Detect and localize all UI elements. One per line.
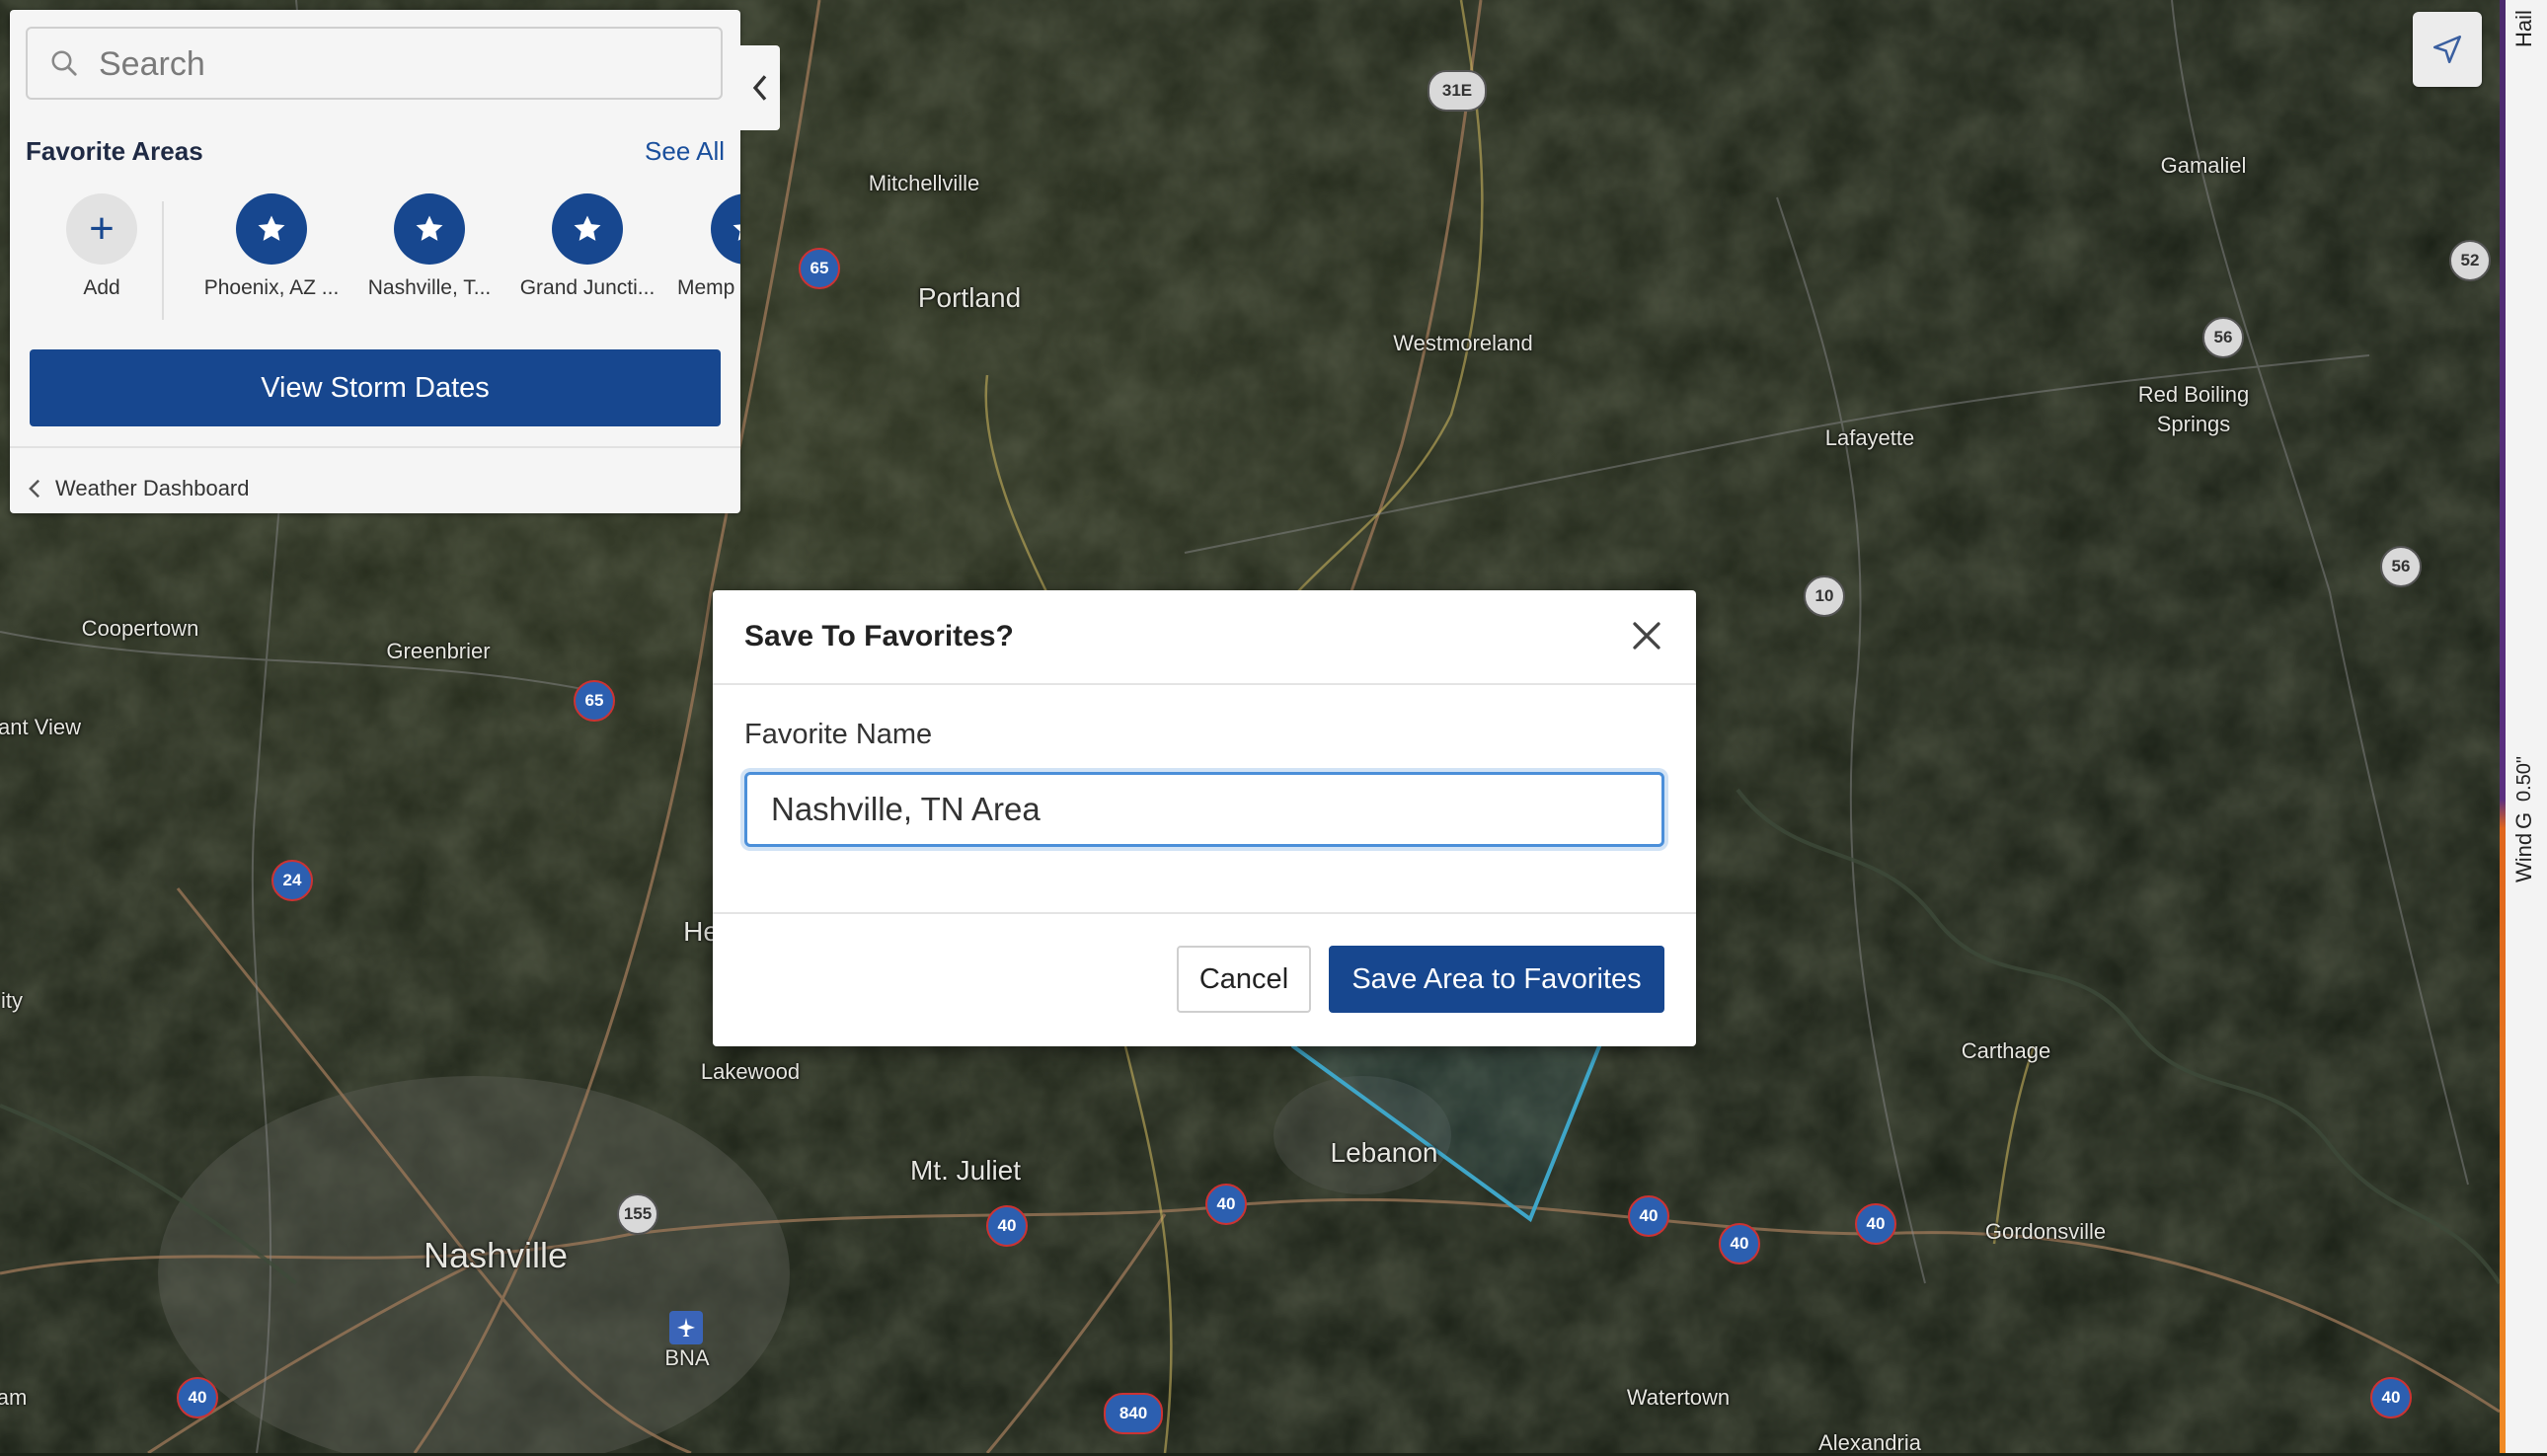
legend-g-label: G xyxy=(2511,811,2536,829)
dialog-header: Save To Favorites? xyxy=(713,590,1696,685)
legend-color-bar xyxy=(2500,0,2506,1453)
legend-size-label: 0.50" xyxy=(2513,755,2535,802)
cancel-button[interactable]: Cancel xyxy=(1177,946,1311,1013)
save-area-button[interactable]: Save Area to Favorites xyxy=(1329,946,1664,1013)
save-favorite-dialog: Save To Favorites? Favorite Name Cancel … xyxy=(713,590,1696,1046)
close-button[interactable] xyxy=(1625,614,1668,657)
legend-hail-label[interactable]: Hail xyxy=(2511,10,2537,47)
dialog-footer: Cancel Save Area to Favorites xyxy=(713,912,1696,1048)
legend-wind-label[interactable]: Wind xyxy=(2511,833,2537,882)
dialog-title: Save To Favorites? xyxy=(744,620,1014,652)
close-icon xyxy=(1633,622,1660,650)
favorite-name-label: Favorite Name xyxy=(744,719,933,750)
legend-strip[interactable]: Hail 0.50" G Wind xyxy=(2500,0,2547,1453)
favorite-name-input[interactable] xyxy=(744,772,1664,847)
